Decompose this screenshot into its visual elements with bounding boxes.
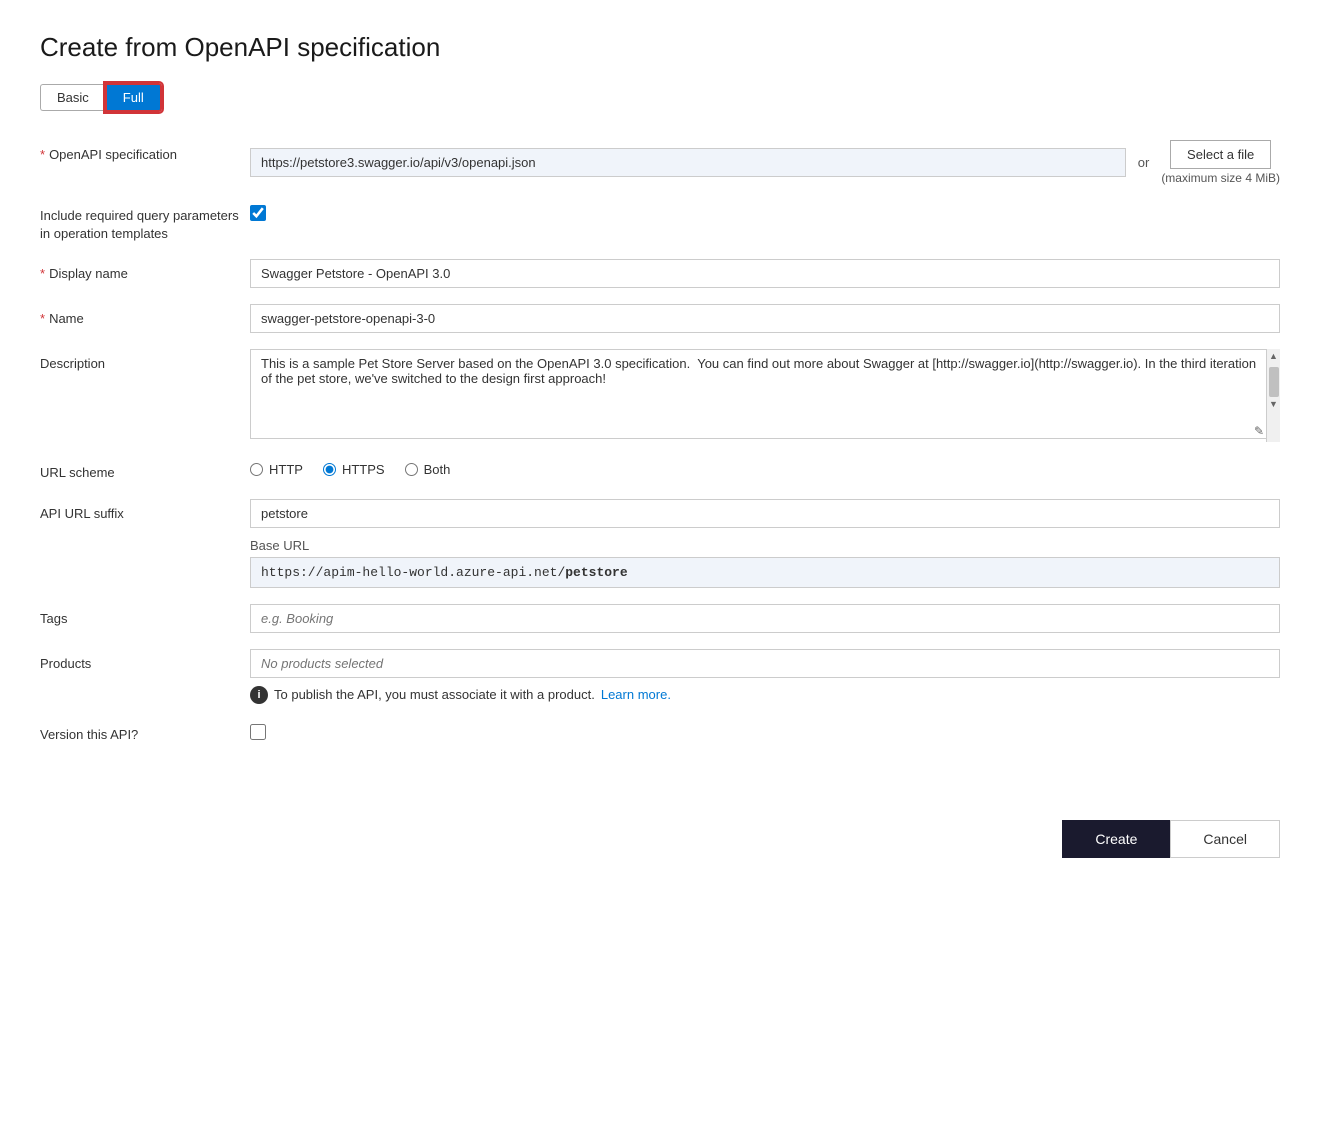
scroll-down-icon: ▼ — [1267, 397, 1280, 411]
radio-http-label: HTTP — [269, 462, 303, 477]
radio-https-input[interactable] — [323, 463, 336, 476]
openapi-row: *OpenAPI specification or Select a file … — [40, 140, 1280, 185]
base-url-prefix: https://apim-hello-world.azure-api.net/ — [261, 565, 565, 580]
edit-icon: ✎ — [1254, 424, 1264, 438]
radio-https-label: HTTPS — [342, 462, 385, 477]
version-control — [250, 720, 1280, 740]
products-label: Products — [40, 649, 250, 673]
radio-both-input[interactable] — [405, 463, 418, 476]
description-textarea[interactable]: This is a sample Pet Store Server based … — [250, 349, 1280, 439]
base-url-box: https://apim-hello-world.azure-api.net/p… — [250, 557, 1280, 588]
scroll-thumb — [1269, 367, 1279, 397]
name-label: *Name — [40, 304, 250, 328]
tags-input[interactable] — [250, 604, 1280, 633]
radio-both[interactable]: Both — [405, 462, 451, 477]
radio-both-label: Both — [424, 462, 451, 477]
base-url-suffix-display: petstore — [565, 565, 627, 580]
or-text: or — [1138, 155, 1150, 170]
base-url-section: Base URL https://apim-hello-world.azure-… — [250, 538, 1280, 588]
tags-control — [250, 604, 1280, 633]
form-section: *OpenAPI specification or Select a file … — [40, 140, 1280, 760]
description-row: Description This is a sample Pet Store S… — [40, 349, 1280, 442]
include-query-label: Include required query parameters in ope… — [40, 201, 250, 243]
tab-full[interactable]: Full — [105, 83, 162, 112]
display-name-control — [250, 259, 1280, 288]
version-label: Version this API? — [40, 720, 250, 744]
description-textarea-wrapper: This is a sample Pet Store Server based … — [250, 349, 1280, 442]
base-url-label: Base URL — [250, 538, 1280, 553]
include-query-checkbox-row — [250, 201, 1280, 221]
include-query-row: Include required query parameters in ope… — [40, 201, 1280, 243]
publish-info-row: i To publish the API, you must associate… — [250, 686, 1280, 704]
file-size-note: (maximum size 4 MiB) — [1161, 171, 1280, 185]
radio-http[interactable]: HTTP — [250, 462, 303, 477]
display-name-input[interactable] — [250, 259, 1280, 288]
products-input[interactable] — [250, 649, 1280, 678]
display-name-label: *Display name — [40, 259, 250, 283]
products-row: Products i To publish the API, you must … — [40, 649, 1280, 704]
include-query-checkbox[interactable] — [250, 205, 266, 221]
name-row: *Name — [40, 304, 1280, 333]
scroll-up-icon: ▲ — [1267, 349, 1280, 363]
required-star: * — [40, 147, 45, 162]
radio-http-input[interactable] — [250, 463, 263, 476]
api-url-suffix-control: Base URL https://apim-hello-world.azure-… — [250, 499, 1280, 588]
api-url-suffix-label: API URL suffix — [40, 499, 250, 523]
cancel-button[interactable]: Cancel — [1170, 820, 1280, 858]
select-file-button[interactable]: Select a file — [1170, 140, 1271, 169]
api-url-suffix-input[interactable] — [250, 499, 1280, 528]
openapi-input-row: or Select a file (maximum size 4 MiB) — [250, 140, 1280, 185]
bottom-buttons: Create Cancel — [40, 820, 1280, 858]
name-control — [250, 304, 1280, 333]
include-query-control — [250, 201, 1280, 221]
create-button[interactable]: Create — [1062, 820, 1170, 858]
info-icon: i — [250, 686, 268, 704]
tab-basic[interactable]: Basic — [40, 84, 105, 111]
display-name-row: *Display name — [40, 259, 1280, 288]
tags-row: Tags — [40, 604, 1280, 633]
url-scheme-row: URL scheme HTTP HTTPS Both — [40, 458, 1280, 482]
name-input[interactable] — [250, 304, 1280, 333]
api-url-suffix-row: API URL suffix Base URL https://apim-hel… — [40, 499, 1280, 588]
openapi-input[interactable] — [250, 148, 1126, 177]
tab-row: Basic Full — [40, 83, 1280, 112]
openapi-label: *OpenAPI specification — [40, 140, 250, 164]
url-scheme-label: URL scheme — [40, 458, 250, 482]
radio-https[interactable]: HTTPS — [323, 462, 385, 477]
openapi-control-area: or Select a file (maximum size 4 MiB) — [250, 140, 1280, 185]
description-label: Description — [40, 349, 250, 373]
products-control: i To publish the API, you must associate… — [250, 649, 1280, 704]
learn-more-link[interactable]: Learn more. — [601, 687, 671, 702]
url-scheme-radio-group: HTTP HTTPS Both — [250, 458, 1280, 477]
version-checkbox-row — [250, 720, 1280, 740]
description-scrollbar[interactable]: ▲ ▼ — [1266, 349, 1280, 442]
page-title: Create from OpenAPI specification — [40, 32, 1280, 63]
version-row: Version this API? — [40, 720, 1280, 744]
version-checkbox[interactable] — [250, 724, 266, 740]
description-control: This is a sample Pet Store Server based … — [250, 349, 1280, 442]
tags-label: Tags — [40, 604, 250, 628]
url-scheme-control: HTTP HTTPS Both — [250, 458, 1280, 477]
publish-info-text: To publish the API, you must associate i… — [274, 687, 595, 702]
